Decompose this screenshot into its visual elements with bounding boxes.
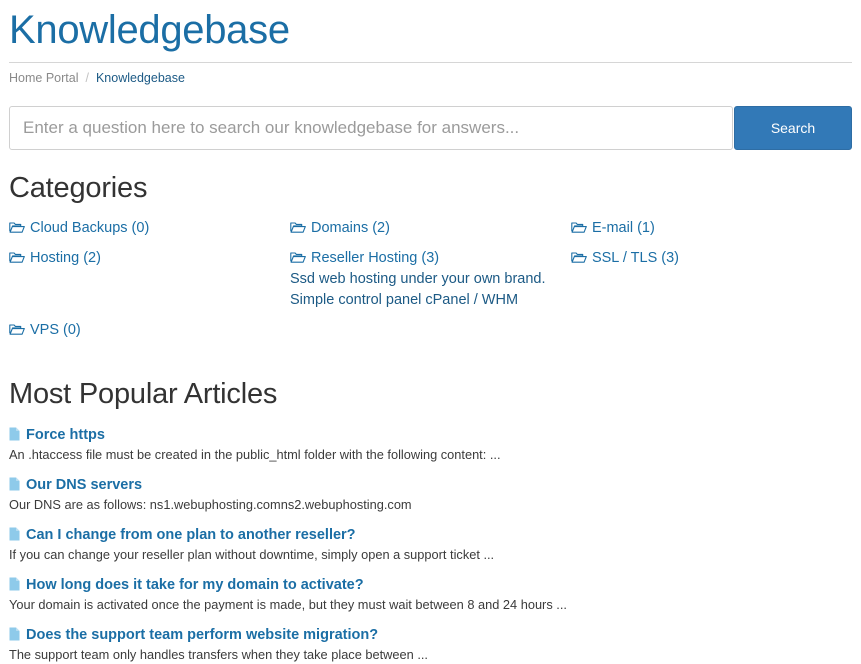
category-description-line1: Ssd web hosting under your own brand. <box>289 271 546 288</box>
folder-open-icon <box>290 221 306 234</box>
article-description: An .htaccess file must be created in the… <box>9 446 501 462</box>
article-title-text: How long does it take for my domain to a… <box>26 576 364 593</box>
article-link-force-https[interactable]: Force https <box>9 426 852 445</box>
category-label: Hosting (2) <box>30 250 101 267</box>
page-header: Knowledgebase <box>0 0 861 52</box>
category-link-vps[interactable]: VPS (0) <box>9 320 278 341</box>
category-label: E-mail (1) <box>591 220 655 237</box>
article-link-change-plan-reseller[interactable]: Can I change from one plan to another re… <box>9 526 852 545</box>
page-title: Knowledgebase <box>9 8 290 52</box>
article-description: Your domain is activated once the paymen… <box>9 596 567 612</box>
category-link-reseller-hosting[interactable]: Reseller Hosting (3) <box>290 248 559 269</box>
category-cell: Domains (2) <box>290 218 571 239</box>
breadcrumb-home-portal[interactable]: Home Portal <box>9 71 78 85</box>
categories-row: Cloud Backups (0) Domains (2) E-mail (1) <box>9 218 852 248</box>
folder-open-icon <box>290 251 306 264</box>
category-label: Reseller Hosting (3) <box>310 250 440 267</box>
search-row: Search <box>9 106 852 150</box>
article-link-website-migration[interactable]: Does the support team perform website mi… <box>9 626 852 645</box>
article-title-text: Force https <box>26 426 105 443</box>
article-description: The support team only handles transfers … <box>9 646 428 662</box>
breadcrumb: Home Portal / Knowledgebase <box>0 63 861 86</box>
category-description-line2: Simple control panel cPanel / WHM <box>289 292 519 309</box>
article-link-domain-activation-time[interactable]: How long does it take for my domain to a… <box>9 576 852 595</box>
category-cell: Cloud Backups (0) <box>9 218 290 239</box>
category-link-cloud-backups[interactable]: Cloud Backups (0) <box>9 218 278 239</box>
category-link-ssl-tls[interactable]: SSL / TLS (3) <box>571 248 840 269</box>
article-title-text: Our DNS servers <box>26 476 143 493</box>
category-label: VPS (0) <box>30 322 81 339</box>
folder-open-icon <box>9 251 25 264</box>
search-button[interactable]: Search <box>734 106 852 150</box>
article-title-text: Can I change from one plan to another re… <box>26 526 356 543</box>
list-item: How long does it take for my domain to a… <box>9 576 852 614</box>
document-icon <box>9 577 20 591</box>
list-item: Does the support team perform website mi… <box>9 626 852 664</box>
knowledgebase-page: Knowledgebase Home Portal / Knowledgebase … <box>0 0 861 662</box>
category-cell: Reseller Hosting (3) Ssd web hosting und… <box>290 248 571 311</box>
article-link-our-dns-servers[interactable]: Our DNS servers <box>9 476 852 495</box>
categories-row: Hosting (2) Reseller Hosting (3) Ssd web… <box>9 248 852 320</box>
category-cell: VPS (0) <box>9 320 290 341</box>
category-label: Domains (2) <box>310 220 390 237</box>
document-icon <box>9 427 20 441</box>
list-item: Force https An .htaccess file must be cr… <box>9 426 852 464</box>
popular-articles-heading: Most Popular Articles <box>9 378 278 411</box>
category-cell-empty <box>290 320 571 341</box>
category-label: SSL / TLS (3) <box>591 250 680 267</box>
folder-open-icon <box>571 221 587 234</box>
category-link-email[interactable]: E-mail (1) <box>571 218 840 239</box>
list-item: Can I change from one plan to another re… <box>9 526 852 564</box>
categories-heading: Categories <box>9 172 148 204</box>
category-cell-empty <box>571 320 852 341</box>
document-icon <box>9 477 20 491</box>
categories-row: VPS (0) <box>9 320 852 350</box>
list-item: Our DNS servers Our DNS are as follows: … <box>9 476 852 514</box>
document-icon <box>9 527 20 541</box>
document-icon <box>9 627 20 641</box>
breadcrumb-separator: / <box>85 71 89 85</box>
folder-open-icon <box>9 221 25 234</box>
categories-grid: Cloud Backups (0) Domains (2) E-mail (1) <box>0 218 861 350</box>
folder-open-icon <box>571 251 587 264</box>
breadcrumb-current: Knowledgebase <box>95 71 185 85</box>
category-label: Cloud Backups (0) <box>30 220 150 237</box>
category-cell: E-mail (1) <box>571 218 852 239</box>
article-title-text: Does the support team perform website mi… <box>26 626 379 643</box>
category-link-domains[interactable]: Domains (2) <box>290 218 559 239</box>
article-description: Our DNS are as follows: ns1.webuphosting… <box>9 496 412 512</box>
article-description: If you can change your reseller plan wit… <box>9 546 495 562</box>
category-link-hosting[interactable]: Hosting (2) <box>9 248 278 269</box>
category-cell: Hosting (2) <box>9 248 290 311</box>
category-cell: SSL / TLS (3) <box>571 248 852 311</box>
folder-open-icon <box>9 323 25 336</box>
search-input[interactable] <box>9 106 733 150</box>
